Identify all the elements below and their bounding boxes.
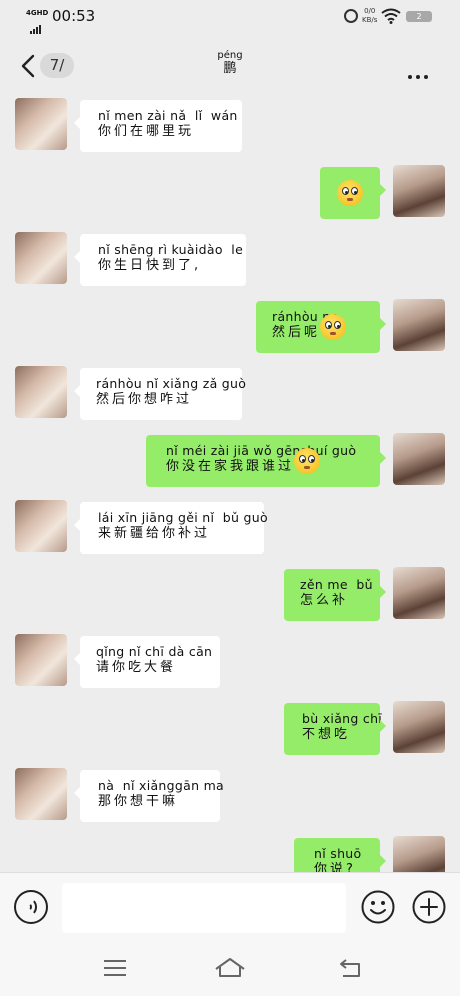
- contact-avatar[interactable]: [15, 500, 67, 552]
- message-pinyin: nǐ shuō: [314, 846, 362, 861]
- rolling-eyes-emoji-icon: [294, 447, 321, 474]
- message-pinyin: nǐ méi zài jiā wǒ gēnshuí guò: [166, 443, 357, 458]
- alarm-icon: [344, 9, 358, 23]
- message-bubble[interactable]: qǐng nǐ chī dà cān 请你吃大餐: [74, 636, 220, 688]
- message-text: 你说?: [314, 862, 356, 872]
- chat-title-pinyin: péng: [217, 50, 243, 61]
- my-avatar[interactable]: [393, 299, 445, 351]
- wifi-icon: [381, 8, 401, 24]
- my-avatar[interactable]: [393, 836, 445, 872]
- unread-badge[interactable]: 7/: [40, 53, 74, 78]
- message-text: 请你吃大餐: [96, 660, 177, 675]
- message-pinyin: lái xīn jiāng gěi nǐ bǔ guò: [98, 510, 268, 525]
- message-text: 怎么补: [300, 593, 349, 608]
- message-text: 不想吃: [302, 727, 351, 742]
- contact-avatar[interactable]: [15, 768, 67, 820]
- clock: 00:53: [52, 7, 96, 25]
- message-bubble[interactable]: nǐ shēng rì kuàidào le 你生日快到了,: [74, 234, 246, 286]
- message-text: 然后你想咋过: [96, 392, 193, 407]
- message-row: nǐ shēng rì kuàidào le 你生日快到了,: [0, 232, 460, 288]
- message-text: 你没在家我跟谁过: [166, 447, 366, 475]
- message-row: ránhòu nǐ xiǎng zǎ guò 然后你想咋过: [0, 366, 460, 422]
- message-text-content: 然后呢: [272, 325, 321, 340]
- message-row: [0, 165, 460, 221]
- message-bubble[interactable]: nǐ méi zài jiā wǒ gēnshuí guò 你没在家我跟谁过: [146, 435, 386, 487]
- message-bubble[interactable]: nǐ men zài nǎ lǐ wán 你们在哪里玩: [74, 100, 242, 152]
- message-text: 那你想干嘛: [98, 794, 179, 809]
- contact-avatar[interactable]: [15, 98, 67, 150]
- contact-avatar[interactable]: [15, 366, 67, 418]
- message-bubble[interactable]: zěn me bǔ 怎么补: [284, 569, 386, 621]
- chat-title-hanzi: 鹏: [223, 61, 237, 76]
- voice-input-icon[interactable]: [14, 890, 48, 924]
- message-row: nà nǐ xiǎnggān ma 那你想干嘛: [0, 768, 460, 824]
- more-options-icon[interactable]: [408, 64, 432, 83]
- message-text-content: 你没在家我跟谁过: [166, 459, 295, 474]
- message-text: 你们在哪里玩: [98, 124, 195, 139]
- chat-header: 7/ péng 鹏: [0, 34, 460, 96]
- signal-icon: [30, 15, 42, 34]
- message-row: nǐ méi zài jiā wǒ gēnshuí guò 你没在家我跟谁过: [0, 433, 460, 489]
- message-bubble[interactable]: bù xiǎng chī 不想吃: [284, 703, 386, 755]
- message-pinyin: zěn me bǔ: [300, 577, 373, 592]
- message-bubble[interactable]: [320, 167, 386, 219]
- message-bubble[interactable]: ránhòu ne 然后呢: [256, 301, 386, 353]
- message-text: 你生日快到了,: [98, 258, 202, 273]
- message-text: 来新疆给你补过: [98, 526, 211, 541]
- message-pinyin: nǐ men zài nǎ lǐ wán: [98, 108, 238, 123]
- network-speed-unit: KB/s: [362, 16, 378, 24]
- emoji-icon[interactable]: [361, 890, 395, 924]
- message-bubble[interactable]: lái xīn jiāng gěi nǐ bǔ guò 来新疆给你补过: [74, 502, 268, 554]
- message-text: 然后呢: [272, 313, 366, 341]
- message-row: qǐng nǐ chī dà cān 请你吃大餐: [0, 634, 460, 690]
- message-pinyin: nǐ shēng rì kuàidào le: [98, 242, 244, 257]
- system-nav-bar: [0, 940, 460, 996]
- input-bar: [0, 872, 460, 940]
- my-avatar[interactable]: [393, 433, 445, 485]
- message-pinyin: bù xiǎng chī: [302, 711, 383, 726]
- back-icon[interactable]: [18, 54, 40, 78]
- message-pinyin: nà nǐ xiǎnggān ma: [98, 778, 225, 793]
- my-avatar[interactable]: [393, 165, 445, 217]
- menu-nav-icon[interactable]: [104, 960, 126, 976]
- chat-message-list[interactable]: nǐ men zài nǎ lǐ wán 你们在哪里玩 nǐ shēng rì …: [0, 96, 460, 872]
- message-pinyin: qǐng nǐ chī dà cān: [96, 644, 213, 659]
- message-pinyin: ránhòu nǐ xiǎng zǎ guò: [96, 376, 247, 391]
- home-nav-icon[interactable]: [214, 956, 246, 978]
- contact-avatar[interactable]: [15, 232, 67, 284]
- contact-avatar[interactable]: [15, 634, 67, 686]
- status-bar: 4GHD 00:53 0/0 KB/s 2: [0, 0, 460, 34]
- message-row: nǐ men zài nǎ lǐ wán 你们在哪里玩: [0, 98, 460, 154]
- chat-title: péng 鹏: [200, 50, 260, 76]
- network-speed-value: 0/0: [364, 7, 376, 15]
- message-row: nǐ shuō 你说?: [0, 836, 460, 872]
- message-bubble[interactable]: nǐ shuō 你说?: [294, 838, 386, 872]
- my-avatar[interactable]: [393, 701, 445, 753]
- back-nav-icon[interactable]: [338, 958, 362, 978]
- message-row: lái xīn jiāng gěi nǐ bǔ guò 来新疆给你补过: [0, 500, 460, 556]
- network-speed: 0/0 KB/s: [362, 7, 377, 25]
- plus-icon[interactable]: [412, 890, 446, 924]
- message-pinyin: ránhòu ne: [272, 309, 339, 324]
- message-row: bù xiǎng chī 不想吃: [0, 701, 460, 757]
- message-bubble[interactable]: nà nǐ xiǎnggān ma 那你想干嘛: [74, 770, 225, 822]
- message-bubble[interactable]: ránhòu nǐ xiǎng zǎ guò 然后你想咋过: [74, 368, 247, 420]
- battery-icon: 2: [406, 11, 432, 22]
- flushed-emoji-icon: [320, 313, 347, 340]
- my-avatar[interactable]: [393, 567, 445, 619]
- message-input[interactable]: [62, 883, 346, 933]
- message-row: ránhòu ne 然后呢: [0, 299, 460, 355]
- message-row: zěn me bǔ 怎么补: [0, 567, 460, 623]
- flushed-emoji-icon: [337, 180, 363, 206]
